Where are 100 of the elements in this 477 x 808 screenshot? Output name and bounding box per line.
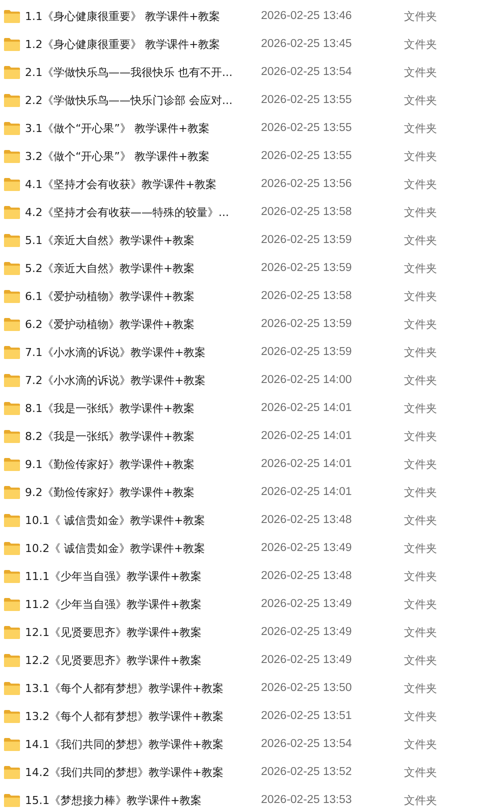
file-name[interactable]: 8.2《我是一张纸》教学课件+教案 — [25, 428, 261, 444]
file-name[interactable]: 3.2《做个“开心果”》 教学课件+教案 — [25, 148, 261, 164]
file-name[interactable]: 5.1《亲近大自然》教学课件+教案 — [25, 232, 261, 248]
folder-icon — [4, 374, 20, 386]
file-name[interactable]: 4.2《坚持才会有收获——特殊的较量》... — [25, 204, 261, 220]
folder-icon — [4, 346, 20, 358]
folder-icon — [4, 122, 20, 134]
file-type: 文件夹 — [404, 176, 437, 192]
modified-date: 2026-02-25 13:52 — [261, 766, 353, 778]
modified-date: 2026-02-25 13:50 — [261, 682, 353, 694]
file-type: 文件夹 — [404, 736, 437, 752]
file-name[interactable]: 14.2《我们共同的梦想》教学课件+教案 — [25, 764, 261, 780]
folder-icon — [4, 290, 20, 302]
file-name[interactable]: 12.1《见贤要思齐》教学课件+教案 — [25, 624, 261, 640]
file-name[interactable]: 6.1《爱护动植物》教学课件+教案 — [25, 288, 261, 304]
file-type: 文件夹 — [404, 372, 437, 388]
file-name[interactable]: 6.2《爱护动植物》教学课件+教案 — [25, 316, 261, 332]
file-type: 文件夹 — [404, 708, 437, 724]
modified-date: 2026-02-25 14:01 — [261, 486, 353, 498]
folder-icon — [4, 486, 20, 498]
modified-date: 2026-02-25 14:01 — [261, 402, 353, 414]
file-name[interactable]: 4.1《坚持才会有收获》教学课件+教案 — [25, 176, 261, 192]
modified-date: 2026-02-25 13:45 — [261, 38, 353, 50]
file-type: 文件夹 — [404, 456, 437, 472]
file-name[interactable]: 10.1《 诚信贵如金》教学课件+教案 — [25, 512, 261, 528]
file-type: 文件夹 — [404, 400, 437, 416]
file-name[interactable]: 5.2《亲近大自然》教学课件+教案 — [25, 260, 261, 276]
file-name[interactable]: 1.2《身心健康很重要》 教学课件+教案 — [25, 36, 261, 52]
file-name[interactable]: 9.2《勤俭传家好》教学课件+教案 — [25, 484, 261, 500]
file-type: 文件夹 — [404, 596, 437, 612]
folder-icon — [4, 458, 20, 470]
folder-icon — [4, 318, 20, 330]
folder-icon — [4, 262, 20, 274]
folder-icon — [4, 766, 20, 778]
folder-icon — [4, 598, 20, 610]
folder-icon — [4, 710, 20, 722]
file-name[interactable]: 12.2《见贤要思齐》教学课件+教案 — [25, 652, 261, 668]
modified-date: 2026-02-25 13:56 — [261, 178, 353, 190]
file-name[interactable]: 14.1《我们共同的梦想》教学课件+教案 — [25, 736, 261, 752]
modified-date: 2026-02-25 13:48 — [261, 570, 353, 582]
file-type: 文件夹 — [404, 316, 437, 332]
file-type: 文件夹 — [404, 792, 437, 808]
file-name[interactable]: 8.1《我是一张纸》教学课件+教案 — [25, 400, 261, 416]
modified-date: 2026-02-25 13:53 — [261, 794, 353, 806]
folder-icon — [4, 38, 20, 50]
file-name[interactable]: 10.2《 诚信贵如金》教学课件+教案 — [25, 540, 261, 556]
file-type: 文件夹 — [404, 36, 437, 52]
file-name[interactable]: 2.2《学做快乐鸟——快乐门诊部 会应对... — [25, 92, 261, 108]
file-name[interactable]: 11.2《少年当自强》教学课件+教案 — [25, 596, 261, 612]
file-name[interactable]: 15.1《梦想接力棒》教学课件+教案 — [25, 792, 261, 808]
modified-date: 2026-02-25 13:49 — [261, 598, 353, 610]
folder-icon — [4, 794, 20, 806]
modified-date: 2026-02-25 13:48 — [261, 514, 353, 526]
file-type: 文件夹 — [404, 148, 437, 164]
file-name[interactable]: 3.1《做个“开心果”》 教学课件+教案 — [25, 120, 261, 136]
file-name[interactable]: 7.2《小水滴的诉说》教学课件+教案 — [25, 372, 261, 388]
folder-icon — [4, 402, 20, 414]
modified-date: 2026-02-25 13:54 — [261, 66, 353, 78]
modified-date: 2026-02-25 13:55 — [261, 94, 353, 106]
modified-date: 2026-02-25 13:49 — [261, 542, 353, 554]
file-type: 文件夹 — [404, 8, 437, 24]
folder-icon — [4, 206, 20, 218]
file-type: 文件夹 — [404, 232, 437, 248]
file-type: 文件夹 — [404, 680, 437, 696]
folder-icon — [4, 626, 20, 638]
modified-date: 2026-02-25 13:55 — [261, 122, 353, 134]
folder-icon — [4, 178, 20, 190]
modified-date: 2026-02-25 13:59 — [261, 318, 353, 330]
modified-date: 2026-02-25 13:51 — [261, 710, 353, 722]
folder-icon — [4, 234, 20, 246]
modified-date: 2026-02-25 14:01 — [261, 430, 353, 442]
file-name[interactable]: 9.1《勤俭传家好》教学课件+教案 — [25, 456, 261, 472]
file-type: 文件夹 — [404, 540, 437, 556]
file-name[interactable]: 1.1《身心健康很重要》 教学课件+教案 — [25, 8, 261, 24]
folder-icon — [4, 430, 20, 442]
file-type: 文件夹 — [404, 64, 437, 80]
file-type: 文件夹 — [404, 344, 437, 360]
folder-icon — [4, 654, 20, 666]
modified-date: 2026-02-25 13:59 — [261, 346, 353, 358]
modified-date: 2026-02-25 13:49 — [261, 654, 353, 666]
file-name[interactable]: 2.1《学做快乐鸟——我很快乐 也有不开... — [25, 64, 261, 80]
modified-date: 2026-02-25 13:46 — [261, 10, 353, 22]
modified-date: 2026-02-25 13:55 — [261, 150, 353, 162]
folder-icon — [4, 542, 20, 554]
file-type: 文件夹 — [404, 428, 437, 444]
file-type: 文件夹 — [404, 764, 437, 780]
folder-icon — [4, 66, 20, 78]
modified-date: 2026-02-25 13:58 — [261, 290, 353, 302]
file-name[interactable]: 13.2《每个人都有梦想》教学课件+教案 — [25, 708, 261, 724]
file-name[interactable]: 13.1《每个人都有梦想》教学课件+教案 — [25, 680, 261, 696]
file-name[interactable]: 11.1《少年当自强》教学课件+教案 — [25, 568, 261, 584]
file-name[interactable]: 7.1《小水滴的诉说》教学课件+教案 — [25, 344, 261, 360]
folder-icon — [4, 738, 20, 750]
modified-date: 2026-02-25 13:49 — [261, 626, 353, 638]
folder-icon — [4, 570, 20, 582]
folder-icon — [4, 10, 20, 22]
modified-date: 2026-02-25 13:58 — [261, 206, 353, 218]
modified-date: 2026-02-25 14:00 — [261, 374, 353, 386]
file-type: 文件夹 — [404, 260, 437, 276]
folder-icon — [4, 94, 20, 106]
